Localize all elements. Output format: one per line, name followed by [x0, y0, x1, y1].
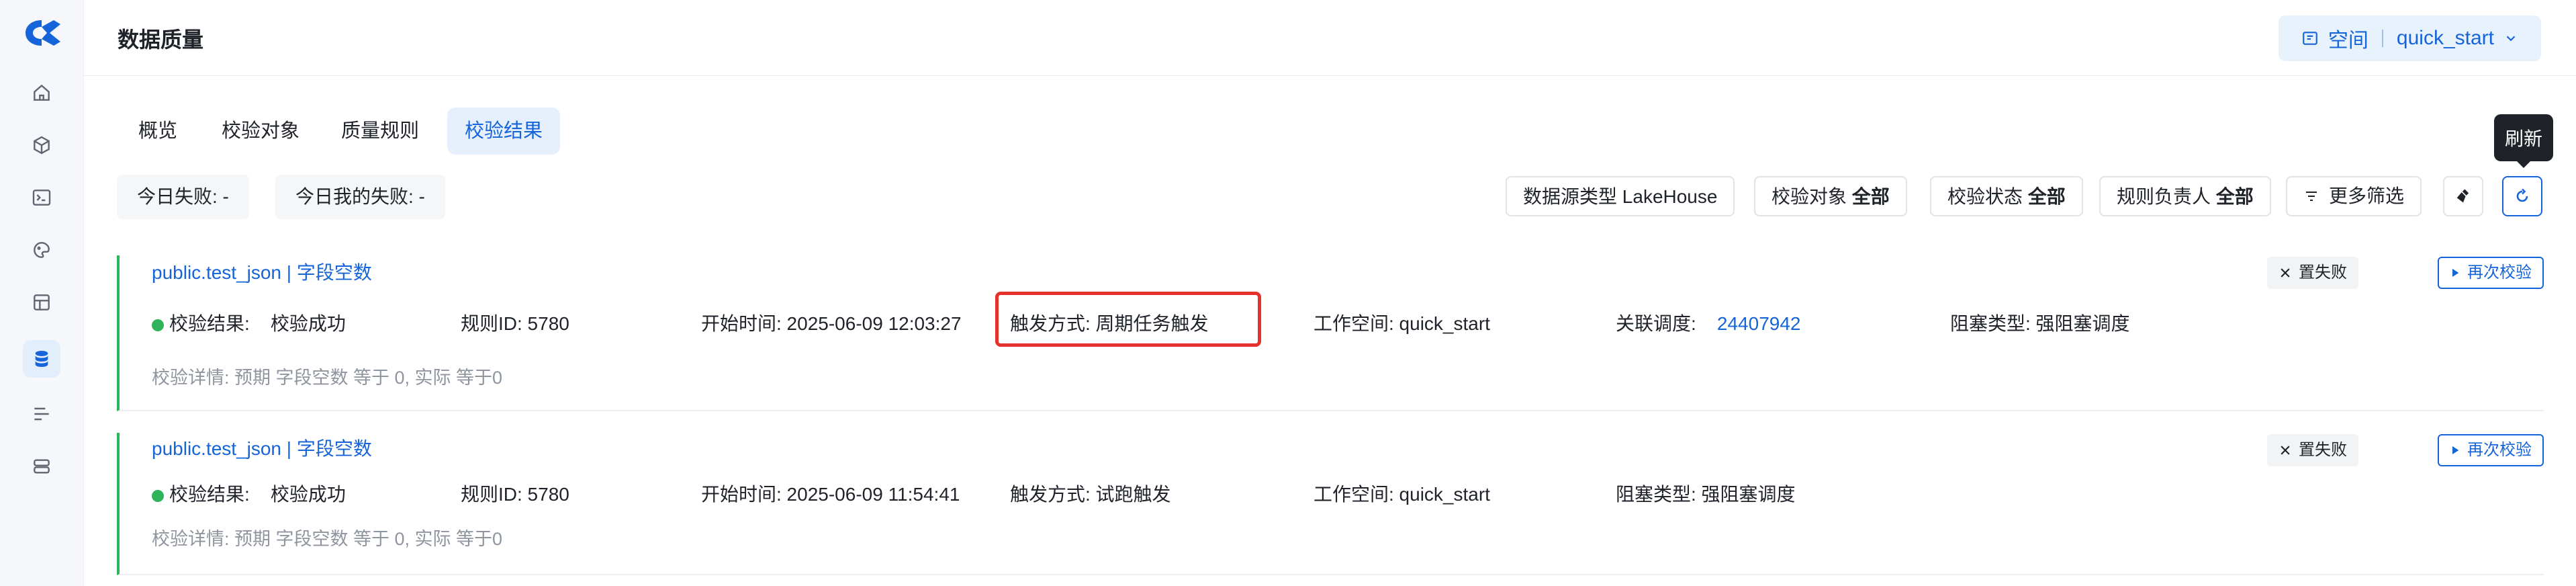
server-icon[interactable]: [23, 448, 60, 485]
refresh-tooltip: 刷新: [2494, 114, 2553, 168]
filter-check-object[interactable]: 校验对象 全部: [1754, 176, 1907, 216]
result-detail: 校验详情: 预期 字段空数 等于 0, 实际 等于0: [152, 529, 503, 549]
workspace-label: 空间: [2328, 30, 2368, 52]
list-icon[interactable]: [23, 395, 60, 433]
close-icon: [2281, 268, 2290, 278]
result-value: 校验成功: [270, 313, 346, 334]
filter-object-label: 校验对象: [1772, 186, 1847, 207]
start-time: 开始时间: 2025-06-09 12:03:27: [701, 313, 962, 334]
tab-check-results[interactable]: 校验结果: [447, 108, 561, 155]
home-icon[interactable]: [23, 74, 60, 112]
tab-overview[interactable]: 概览: [121, 108, 195, 155]
close-icon: [2281, 446, 2290, 455]
more-filters-label: 更多筛选: [2329, 185, 2405, 206]
filter-datasource-label: 数据源类型: [1523, 186, 1618, 207]
result-card: public.test_json | 字段空数 校验结果: 校验成功 规则ID:…: [117, 255, 2544, 411]
rule-id: 规则ID: 5780: [461, 313, 569, 334]
filter-owner-value: 全部: [2215, 186, 2254, 207]
workspace-value: quick_start: [2396, 27, 2494, 49]
trigger-mode-highlight: [995, 292, 1261, 347]
chevron-down-icon: [2506, 36, 2516, 42]
workspace-switcher[interactable]: 空间 quick_start: [2278, 15, 2541, 61]
page-title: 数据质量: [118, 28, 204, 52]
start-time: 开始时间: 2025-06-09 11:54:41: [701, 484, 960, 505]
result-card: public.test_json | 字段空数 校验结果: 校验成功 规则ID:…: [117, 433, 2544, 575]
left-nav-rail: [0, 0, 84, 586]
workspace-icon: [2303, 32, 2317, 45]
result-detail: 校验详情: 预期 字段空数 等于 0, 实际 等于0: [152, 368, 503, 388]
success-dot: [152, 319, 164, 331]
tab-check-objects[interactable]: 校验对象: [204, 108, 317, 155]
schedule-label: 关联调度:: [1616, 313, 1696, 334]
workspace-field: 工作空间: quick_start: [1314, 313, 1490, 334]
workspace-divider: [2381, 30, 2383, 47]
mark-failed-button[interactable]: 置失败: [2267, 257, 2358, 289]
filter-status-label: 校验状态: [1947, 186, 2023, 207]
mark-failed-label: 置失败: [2299, 263, 2347, 282]
broom-icon: [2456, 189, 2469, 203]
today-fail-summary[interactable]: 今日失败: -: [117, 175, 249, 219]
palette-icon[interactable]: [23, 231, 60, 269]
linked-schedule: 关联调度: 24407942: [1616, 309, 1800, 336]
my-today-fail-summary[interactable]: 今日我的失败: -: [275, 175, 445, 219]
schedule-link[interactable]: 24407942: [1717, 313, 1801, 334]
cube-icon[interactable]: [23, 126, 60, 164]
play-icon: [2452, 446, 2459, 454]
filter-rule-owner[interactable]: 规则负责人 全部: [2099, 176, 2271, 216]
more-filters-button[interactable]: 更多筛选: [2286, 176, 2422, 216]
filter-object-value: 全部: [1851, 186, 1890, 207]
tab-quality-rules[interactable]: 质量规则: [324, 108, 436, 155]
filter-icon: [2306, 192, 2317, 201]
mark-failed-button[interactable]: 置失败: [2267, 434, 2358, 466]
refresh-icon: [2516, 188, 2528, 202]
recheck-button[interactable]: 再次校验: [2438, 434, 2544, 466]
app-logo[interactable]: [21, 17, 62, 48]
workspace-field: 工作空间: quick_start: [1314, 484, 1490, 505]
filter-owner-label: 规则负责人: [2117, 186, 2211, 207]
top-header: 数据质量 空间 quick_start: [84, 0, 2576, 76]
result-value: 校验成功: [270, 484, 346, 505]
table-icon[interactable]: [23, 284, 60, 321]
result-title-link[interactable]: public.test_json | 字段空数: [152, 258, 372, 285]
recheck-label: 再次校验: [2467, 441, 2532, 459]
recheck-button[interactable]: 再次校验: [2438, 257, 2544, 289]
recheck-label: 再次校验: [2467, 263, 2532, 282]
mark-failed-label: 置失败: [2299, 441, 2347, 459]
rule-id: 规则ID: 5780: [461, 484, 569, 505]
terminal-icon[interactable]: [23, 179, 60, 216]
play-icon: [2452, 269, 2459, 277]
result-title-link[interactable]: public.test_json | 字段空数: [152, 434, 372, 461]
block-type: 阻塞类型: 强阻塞调度: [1616, 484, 1796, 505]
trigger-mode: 触发方式: 试跑触发: [1010, 484, 1171, 505]
refresh-button[interactable]: [2502, 176, 2542, 216]
result-status: 校验结果: 校验成功: [152, 480, 346, 507]
block-type: 阻塞类型: 强阻塞调度: [1950, 313, 2130, 334]
filter-datasource-type[interactable]: 数据源类型 LakeHouse: [1506, 176, 1735, 216]
result-status: 校验结果: 校验成功: [152, 309, 346, 336]
database-icon[interactable]: [23, 340, 60, 378]
success-dot: [152, 489, 164, 502]
filter-datasource-value: LakeHouse: [1622, 186, 1718, 207]
result-label: 校验结果:: [169, 484, 250, 505]
filter-check-status[interactable]: 校验状态 全部: [1930, 176, 2083, 216]
clean-button[interactable]: [2443, 176, 2483, 216]
filter-status-value: 全部: [2027, 186, 2066, 207]
result-label: 校验结果:: [169, 313, 250, 334]
